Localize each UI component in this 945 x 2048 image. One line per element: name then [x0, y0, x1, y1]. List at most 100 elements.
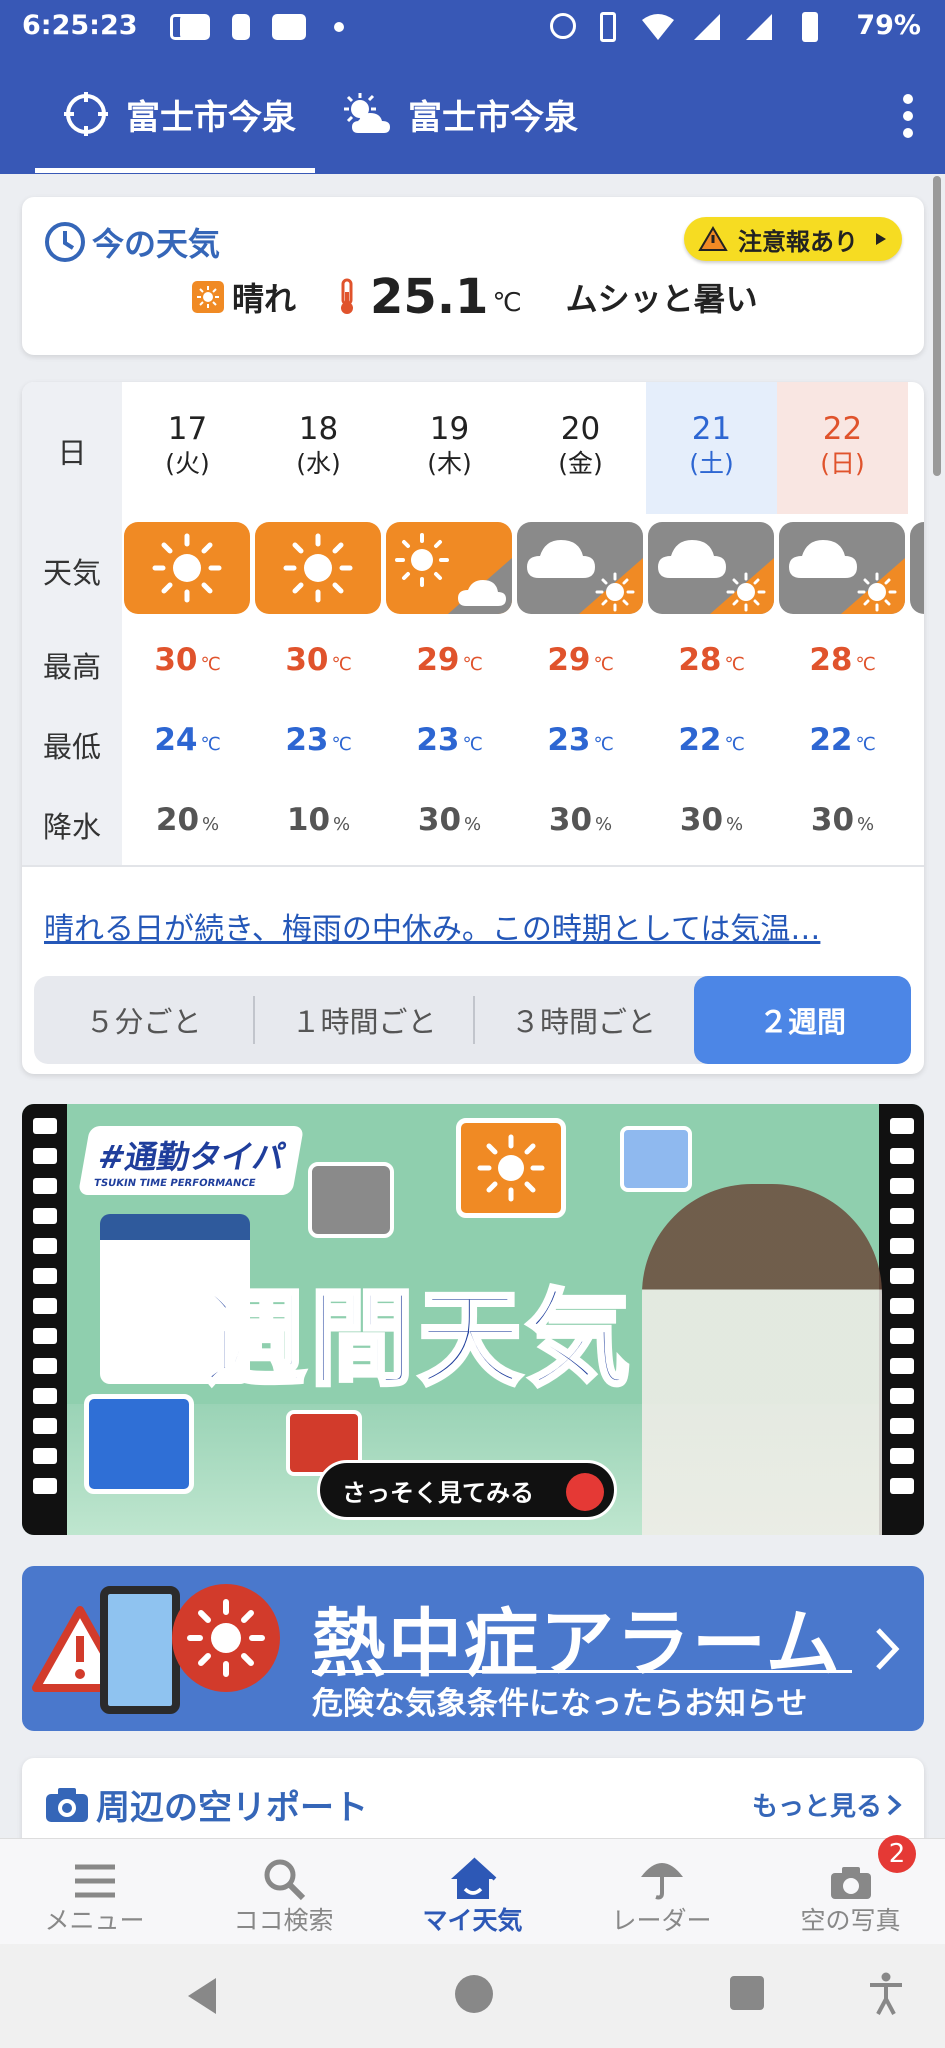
segment-5min[interactable]: ５分ごと	[34, 976, 253, 1064]
interval-segmented-control: ５分ごと １時間ごと ３時間ごと ２週間	[34, 976, 911, 1064]
battery-percent: 79%	[856, 10, 921, 41]
see-more-label: もっと見る	[751, 1792, 882, 1822]
nav-location-search[interactable]: ココ検索	[189, 1839, 378, 1945]
current-weather-card[interactable]: 今の天気 注意報あり 晴れ 25.1 ℃ ムシッと暑い	[22, 197, 924, 355]
tab-label: 富士市今泉	[126, 97, 296, 138]
nav-label: ココ検索	[233, 1906, 334, 1935]
wifi-icon	[642, 14, 674, 40]
day-date: 19	[429, 411, 470, 447]
umbrella-icon	[640, 1863, 683, 1900]
snow-icon	[620, 1126, 692, 1192]
row-labels: 日 天気 最高 最低 降水	[22, 382, 122, 865]
app-bar: 富士市今泉 富士市今泉	[0, 54, 945, 174]
forecast-day[interactable]: 18 (水) 30 ℃ 23 ℃ 10%	[253, 382, 384, 865]
nav-menu[interactable]: メニュー	[0, 1839, 189, 1945]
high-temp: 30 ℃	[285, 642, 352, 678]
label-precip: 降水	[42, 810, 101, 844]
location-target-icon	[64, 92, 108, 136]
active-tab-indicator	[35, 168, 315, 173]
banner-cta-label: さっそく見てみる	[342, 1478, 534, 1507]
day-date: 21	[691, 411, 732, 447]
app-icon	[232, 14, 250, 40]
dot-icon	[334, 22, 344, 32]
tab-label: 富士市今泉	[408, 97, 578, 138]
day-weekday: (日)	[820, 449, 865, 478]
home-button-icon[interactable]	[455, 1975, 493, 2013]
see-more-link[interactable]: もっと見る	[752, 1786, 902, 1823]
status-bar: 6:25:23 79%	[0, 0, 945, 54]
warning-badge[interactable]: 注意報あり	[684, 217, 902, 261]
low-temp: 22 ℃	[809, 722, 876, 758]
cloudy-icon	[308, 1162, 394, 1238]
banner-tag: #通勤タイパ TSUKIN TIME PERFORMANCE	[77, 1126, 305, 1195]
label-high: 最高	[42, 650, 101, 684]
more-menu-icon[interactable]	[903, 94, 915, 145]
low-temp: 23 ℃	[547, 722, 614, 758]
day-weekday: (土)	[689, 449, 734, 478]
weekly-weather-banner[interactable]: #通勤タイパ TSUKIN TIME PERFORMANCE 週間天気 さっそく…	[22, 1104, 924, 1535]
hamburger-menu-icon	[74, 1864, 115, 1898]
heatstroke-alarm-banner[interactable]: 熱中症アラーム 危険な気象条件になったらお知らせ	[22, 1566, 924, 1731]
youtube-icon	[180, 14, 210, 40]
scrollbar[interactable]	[933, 176, 941, 476]
segment-1hour[interactable]: １時間ごと	[255, 976, 473, 1064]
accessibility-icon[interactable]	[868, 1972, 904, 2016]
forecast-day-saturday[interactable]: 21 (土) 28 ℃ 22 ℃ 30%	[646, 382, 777, 865]
high-temp: 30 ℃	[154, 642, 221, 678]
nav-radar[interactable]: レーダー	[567, 1839, 756, 1945]
tab-current-location[interactable]: 富士市今泉	[62, 54, 296, 174]
forecast-day[interactable]: 20 (金) 29 ℃ 23 ℃ 30%	[515, 382, 646, 865]
sunny-then-cloudy-icon	[386, 522, 512, 614]
tab-saved-location[interactable]: 富士市今泉	[342, 54, 578, 174]
chevron-right-icon	[876, 1628, 900, 1670]
banner-cta-button[interactable]: さっそく見てみる	[317, 1460, 617, 1520]
forecast-summary-link[interactable]: 晴れる日が続き、梅雨の中休み。この時期としては気温…	[44, 904, 924, 948]
nav-sky-photos[interactable]: 空の写真 2	[756, 1835, 945, 1945]
forecast-day[interactable]: 17 (火) 30 ℃ 24 ℃ 20%	[122, 382, 253, 865]
forecast-day-sunday[interactable]: 22 (日) 28 ℃ 22 ℃ 30%	[777, 382, 908, 865]
nav-my-weather[interactable]: マイ天気	[378, 1839, 567, 1945]
recents-icon[interactable]	[730, 1976, 764, 2010]
precip: 30%	[679, 802, 744, 838]
banner-people	[642, 1184, 882, 1535]
vibrate-icon	[600, 12, 616, 42]
day-weekday: (金)	[558, 449, 603, 478]
search-icon	[264, 1859, 305, 1901]
status-time: 6:25:23	[22, 10, 138, 41]
section-title: 今の天気	[92, 225, 221, 263]
day-date: 18	[298, 411, 339, 447]
banner2-subtitle: 危険な気象条件になったらお知らせ	[312, 1686, 808, 1722]
precip: 20%	[155, 802, 220, 838]
next-day-peek	[910, 522, 924, 614]
label-day: 日	[57, 436, 87, 470]
divider	[22, 865, 924, 867]
signal-icon	[694, 14, 720, 40]
camera-icon	[46, 1787, 88, 1822]
label-weather: 天気	[42, 556, 101, 590]
chevron-right-icon	[876, 233, 886, 245]
high-temp: 28 ℃	[678, 642, 745, 678]
precip: 30%	[810, 802, 875, 838]
back-icon[interactable]	[184, 1976, 220, 2016]
warning-icon	[698, 226, 728, 251]
segment-3hour[interactable]: ３時間ごと	[475, 976, 692, 1064]
system-navigation-bar	[0, 1944, 945, 2048]
sunny-icon	[456, 1118, 566, 1218]
smartphone-icon	[100, 1586, 180, 1714]
notification-badge: 2	[878, 1835, 916, 1873]
banner-tag-sub: TSUKIN TIME PERFORMANCE	[92, 1178, 257, 1189]
cloudy-then-sunny-icon	[648, 522, 774, 614]
day-weekday: (火)	[165, 449, 210, 478]
low-temp: 23 ℃	[416, 722, 483, 758]
forecast-day[interactable]: 19 (木) 29 ℃ 23 ℃ 30%	[384, 382, 515, 865]
alarm-icon	[550, 13, 576, 39]
banner-title: 週間天気	[200, 1276, 635, 1402]
segment-2week[interactable]: ２週間	[694, 976, 911, 1064]
sky-report-header: 周辺の空リポート	[44, 1780, 368, 1829]
precip: 30%	[417, 802, 482, 838]
rain-icon	[84, 1394, 194, 1494]
precip: 10%	[286, 802, 351, 838]
high-temp: 29 ℃	[416, 642, 483, 678]
banner2-divider	[312, 1670, 852, 1673]
youtube-icon	[272, 14, 306, 40]
